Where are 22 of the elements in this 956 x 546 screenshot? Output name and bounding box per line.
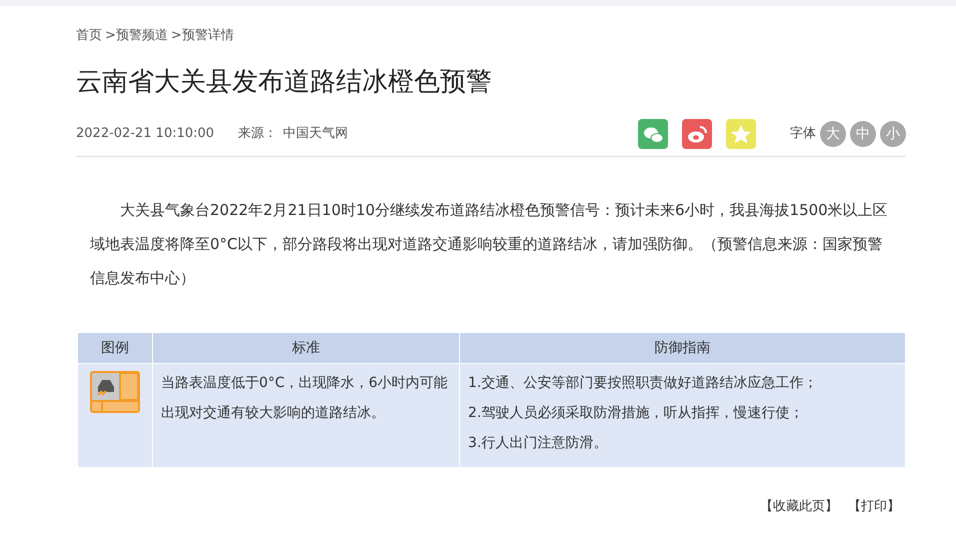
breadcrumb-link[interactable]: >预警详情: [170, 26, 234, 46]
breadcrumb-link[interactable]: >预警频道: [105, 26, 168, 46]
guide-item: 3.行人出门注意防滑。: [468, 434, 608, 453]
source-label: 来源：: [238, 125, 278, 144]
road-icing-warning-icon: [90, 371, 140, 413]
guide-item: 1.交通、公安等部门要按照职责做好道路结冰应急工作；: [468, 374, 818, 393]
star-share-button[interactable]: [726, 119, 756, 149]
column-header: 防御指南: [460, 333, 905, 363]
footer-link[interactable]: 【打印】: [848, 497, 900, 516]
column-header: 图例: [78, 333, 152, 363]
publish-time: 2022-02-21 10:10:00: [76, 125, 214, 144]
font-size-label: 字体: [790, 125, 816, 144]
weibo-share-button[interactable]: [682, 119, 712, 149]
source-name: 中国天气网: [283, 125, 348, 144]
guide-item: 2.驾驶人员必须采取防滑措施，听从指挥，慢速行使；: [468, 404, 804, 423]
breadcrumb-link[interactable]: 首页: [76, 26, 102, 46]
wechat-share-button[interactable]: [638, 119, 668, 149]
column-header: 标准: [153, 333, 459, 363]
article-paragraph: 大关县气象台2022年2月21日10时10分继续发布道路结冰橙色预警信号：预计未来6小时，我县海拔1500米以上区域地表温度将降至0°C以下，部分路段将出现对道路交通影响较重的道路结冰，请加强防御。（预警信息来源：国家预警信息发布中心）: [90, 200, 889, 289]
article-title: 云南省大关县发布道路结冰橙色预警: [76, 66, 493, 99]
footer-link[interactable]: 【收藏此页】: [760, 497, 838, 516]
standard-text: 当路表温度低于0°C，出现降水，6小时内可能出现对交通有较大影响的道路结冰。: [153, 364, 459, 467]
